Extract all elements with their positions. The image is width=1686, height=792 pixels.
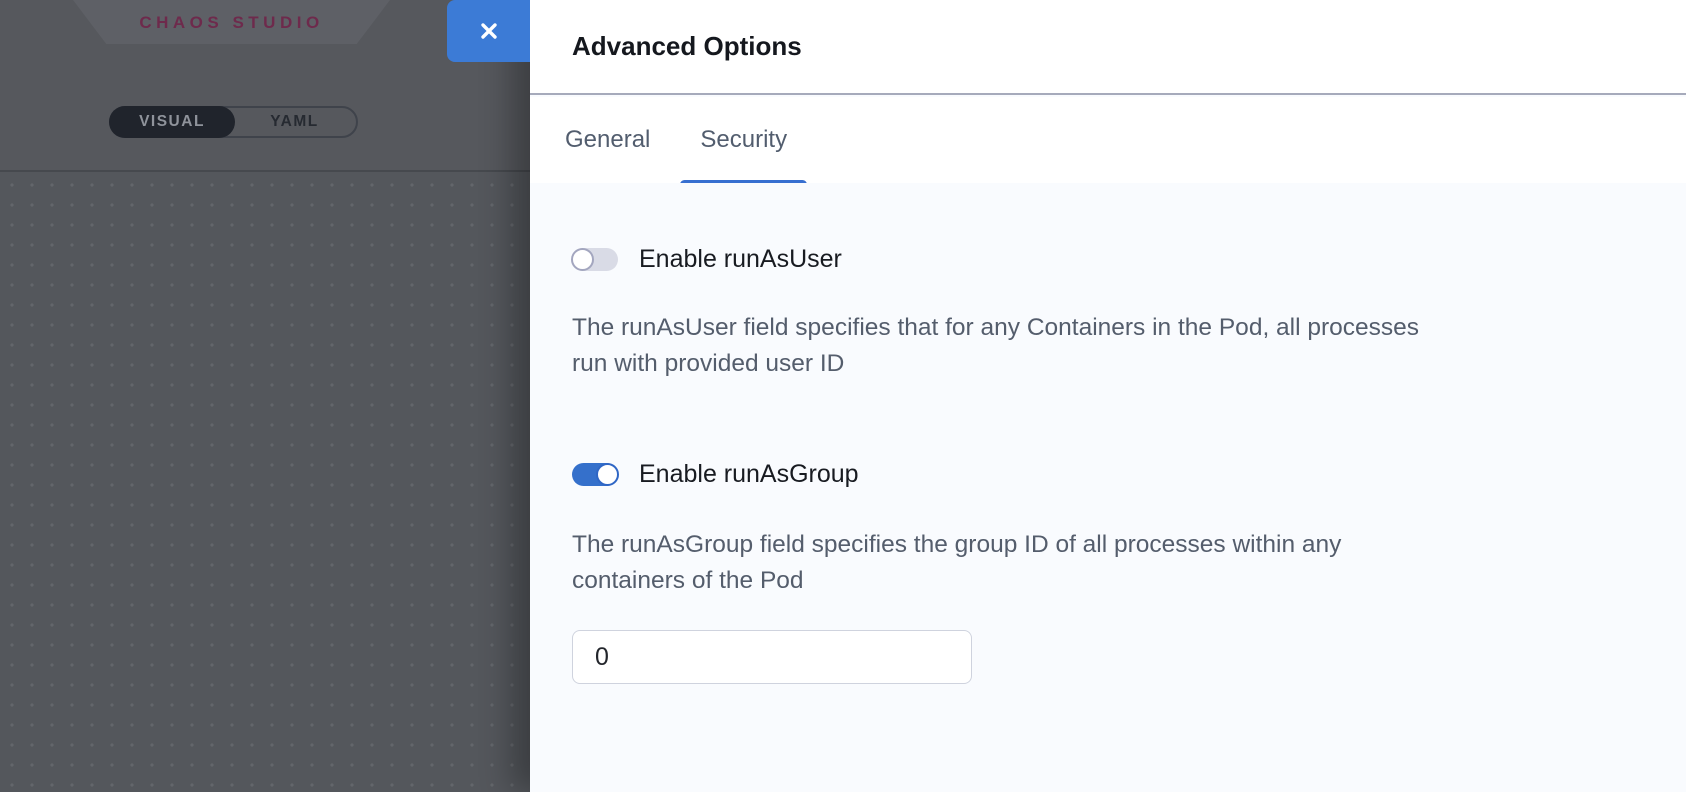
- run-as-group-label: Enable runAsGroup: [639, 460, 859, 489]
- workflow-canvas: [0, 172, 530, 792]
- drawer-title: Advanced Options: [572, 31, 802, 62]
- chaos-studio-banner: CHAOS STUDIO: [73, 0, 390, 44]
- description-line: containers of the Pod: [572, 563, 1640, 599]
- description-line: run with provided user ID: [572, 346, 1640, 382]
- drawer-header: Advanced Options: [530, 0, 1686, 95]
- tab-general[interactable]: General: [565, 97, 650, 183]
- run-as-user-toggle[interactable]: [572, 248, 618, 271]
- main-app-backdrop: CHAOS STUDIO VISUAL YAML: [0, 0, 530, 792]
- run-as-group-description: The runAsGroup field specifies the group…: [572, 527, 1640, 599]
- yaml-tab[interactable]: YAML: [233, 108, 356, 136]
- description-line: The runAsGroup field specifies the group…: [572, 527, 1640, 563]
- toggle-knob: [596, 463, 619, 486]
- description-line: The runAsUser field specifies that for a…: [572, 310, 1640, 346]
- run-as-group-toggle[interactable]: [572, 463, 618, 486]
- drawer-tabs: General Security: [530, 97, 1686, 183]
- run-as-group-row: Enable runAsGroup: [572, 460, 1640, 489]
- visual-yaml-switch[interactable]: VISUAL YAML: [109, 106, 358, 138]
- run-as-user-label: Enable runAsUser: [639, 245, 842, 274]
- close-icon: [477, 19, 501, 43]
- advanced-options-drawer: Advanced Options General Security Enable…: [530, 0, 1686, 792]
- run-as-user-row: Enable runAsUser: [572, 245, 1640, 274]
- tab-security[interactable]: Security: [700, 97, 787, 183]
- run-as-user-description: The runAsUser field specifies that for a…: [572, 310, 1640, 382]
- studio-title: CHAOS STUDIO: [139, 11, 323, 33]
- run-as-group-id-input[interactable]: [572, 630, 972, 684]
- close-drawer-button[interactable]: [447, 0, 530, 62]
- toggle-knob: [571, 248, 594, 271]
- security-tab-content: Enable runAsUser The runAsUser field spe…: [530, 183, 1686, 792]
- visual-tab[interactable]: VISUAL: [109, 106, 235, 138]
